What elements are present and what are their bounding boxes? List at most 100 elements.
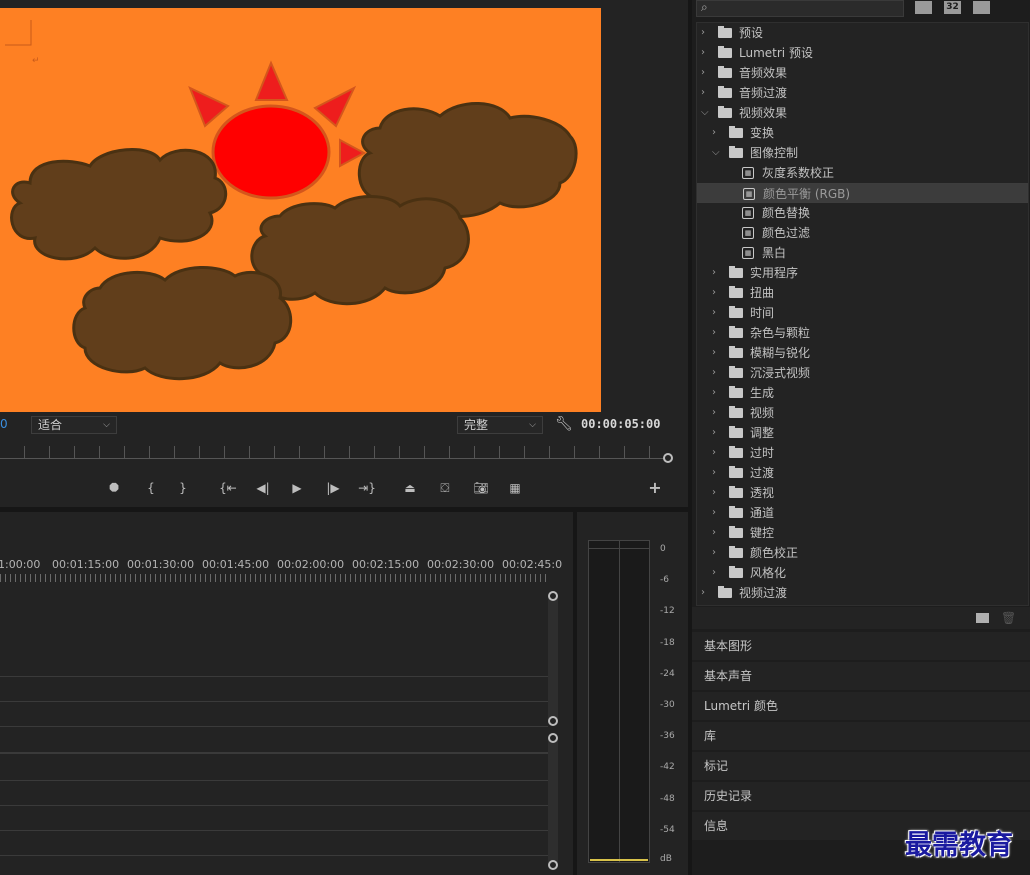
go-to-in-icon[interactable]: {⇤ [218, 478, 238, 498]
accelerated-effects-icon[interactable] [915, 1, 932, 14]
add-marker-icon[interactable]: ⯃ [104, 478, 124, 498]
chevron-right-icon[interactable]: › [712, 563, 716, 583]
video-frame[interactable]: ↵ [0, 8, 601, 412]
track-separator[interactable] [0, 730, 548, 754]
panel-essential-graphics[interactable]: 基本图形 [692, 632, 1030, 660]
panel-lumetri-color[interactable]: Lumetri 颜色 [692, 692, 1030, 720]
chevron-right-icon[interactable]: › [712, 363, 716, 383]
chevron-down-icon[interactable]: ⌵ [701, 103, 709, 123]
folder-item[interactable]: › 音频过渡 [697, 83, 1028, 103]
chevron-right-icon[interactable]: › [701, 43, 705, 63]
video-track[interactable] [0, 653, 548, 677]
chevron-right-icon[interactable]: › [712, 443, 716, 463]
folder-item[interactable]: › 预设 [697, 23, 1028, 43]
panel-history[interactable]: 历史记录 [692, 782, 1030, 810]
panel-libraries[interactable]: 库 [692, 722, 1030, 750]
scroll-handle[interactable] [548, 716, 558, 726]
camera-icon[interactable]: 📷︎ [471, 478, 491, 498]
chevron-right-icon[interactable]: › [712, 323, 716, 343]
effect-item[interactable]: ▦ 灰度系数校正 [697, 163, 1028, 183]
folder-item[interactable]: › 调整 [697, 423, 1028, 443]
playhead-timecode[interactable]: 0 [0, 417, 8, 431]
effect-item[interactable]: ▦ 颜色平衡 (RGB) [697, 183, 1028, 203]
folder-item[interactable]: › Lumetri 预设 [697, 43, 1028, 63]
panel-markers[interactable]: 标记 [692, 752, 1030, 780]
chevron-right-icon[interactable]: › [712, 383, 716, 403]
quality-select[interactable]: 完整 ⌵ [457, 416, 543, 434]
folder-item[interactable]: › 视频 [697, 403, 1028, 423]
folder-item[interactable]: › 杂色与颗粒 [697, 323, 1028, 343]
folder-item[interactable]: ⌵ 视频效果 [697, 103, 1028, 123]
folder-item[interactable]: › 生成 [697, 383, 1028, 403]
chevron-right-icon[interactable]: › [712, 543, 716, 563]
video-track[interactable] [0, 703, 548, 727]
folder-item[interactable]: › 过时 [697, 443, 1028, 463]
32bit-icon[interactable]: 32 [944, 1, 961, 14]
effect-item[interactable]: ▦ 黑白 [697, 243, 1028, 263]
video-scrollbar[interactable] [548, 598, 558, 720]
step-forward-icon[interactable]: |▶ [323, 478, 343, 498]
folder-item[interactable]: › 键控 [697, 523, 1028, 543]
play-icon[interactable]: ▶ [287, 478, 307, 498]
chevron-right-icon[interactable]: › [712, 123, 716, 143]
audio-track[interactable] [0, 832, 548, 856]
chevron-right-icon[interactable]: › [712, 283, 716, 303]
add-button[interactable]: + [645, 478, 665, 498]
button-editor-icon[interactable]: ▦ [505, 478, 525, 498]
folder-item[interactable]: › 过渡 [697, 463, 1028, 483]
new-bin-icon[interactable] [976, 613, 989, 623]
chevron-right-icon[interactable]: › [712, 263, 716, 283]
program-monitor: ↵ 0 适合 ⌵ 完整 ⌵ 🔧︎ 00:00:05:00 ⯃ {} {⇤ ◀|… [0, 0, 688, 507]
chevron-down-icon[interactable]: ⌵ [712, 143, 720, 163]
chevron-right-icon[interactable]: › [712, 303, 716, 323]
step-back-icon[interactable]: ◀| [253, 478, 273, 498]
chevron-right-icon[interactable]: › [712, 423, 716, 443]
folder-item[interactable]: › 音频效果 [697, 63, 1028, 83]
folder-item[interactable]: › 透视 [697, 483, 1028, 503]
extract-icon[interactable]: ⛋ [435, 478, 455, 498]
panel-essential-sound[interactable]: 基本声音 [692, 662, 1030, 690]
folder-item[interactable]: › 风格化 [697, 563, 1028, 583]
folder-item[interactable]: ⌵ 图像控制 [697, 143, 1028, 163]
scroll-handle[interactable] [548, 860, 558, 870]
chevron-right-icon[interactable]: › [712, 403, 716, 423]
audio-track[interactable] [0, 807, 548, 831]
trash-icon[interactable]: 🗑︎ [1001, 611, 1016, 625]
chevron-right-icon[interactable]: › [701, 83, 705, 103]
chevron-right-icon[interactable]: › [712, 343, 716, 363]
folder-item[interactable]: › 视频过渡 [697, 583, 1028, 603]
go-to-out-icon[interactable]: ⇥} [357, 478, 377, 498]
chevron-right-icon[interactable]: › [712, 523, 716, 543]
folder-item[interactable]: › 模糊与锐化 [697, 343, 1028, 363]
folder-item[interactable]: › 通道 [697, 503, 1028, 523]
mark-in-icon[interactable]: { [141, 478, 161, 498]
monitor-time-ruler[interactable] [0, 444, 673, 464]
audio-scrollbar[interactable] [548, 740, 558, 865]
folder-item[interactable]: › 变换 [697, 123, 1028, 143]
chevron-right-icon[interactable]: › [712, 463, 716, 483]
folder-item[interactable]: › 沉浸式视频 [697, 363, 1028, 383]
folder-item[interactable]: › 实用程序 [697, 263, 1028, 283]
chevron-right-icon[interactable]: › [701, 63, 705, 83]
wrench-icon[interactable]: 🔧︎ [555, 416, 573, 432]
lift-icon[interactable]: ⏏ [400, 478, 420, 498]
fit-select[interactable]: 适合 ⌵ [31, 416, 117, 434]
yuv-icon[interactable] [973, 1, 990, 14]
video-track[interactable] [0, 678, 548, 702]
chevron-right-icon[interactable]: › [701, 23, 705, 43]
folder-item[interactable]: › 扭曲 [697, 283, 1028, 303]
chevron-right-icon[interactable]: › [701, 583, 705, 603]
audio-track[interactable] [0, 782, 548, 806]
effect-item[interactable]: ▦ 颜色替换 [697, 203, 1028, 223]
zoom-handle[interactable] [663, 453, 673, 463]
chevron-right-icon[interactable]: › [712, 503, 716, 523]
folder-item[interactable]: › 颜色校正 [697, 543, 1028, 563]
chevron-right-icon[interactable]: › [712, 483, 716, 503]
effect-item[interactable]: ▦ 颜色过滤 [697, 223, 1028, 243]
scroll-handle[interactable] [548, 591, 558, 601]
audio-track[interactable] [0, 757, 548, 781]
scroll-handle[interactable] [548, 733, 558, 743]
folder-item[interactable]: › 时间 [697, 303, 1028, 323]
effects-search-input[interactable]: ⌕ [696, 0, 904, 17]
mark-out-icon[interactable]: } [173, 478, 193, 498]
